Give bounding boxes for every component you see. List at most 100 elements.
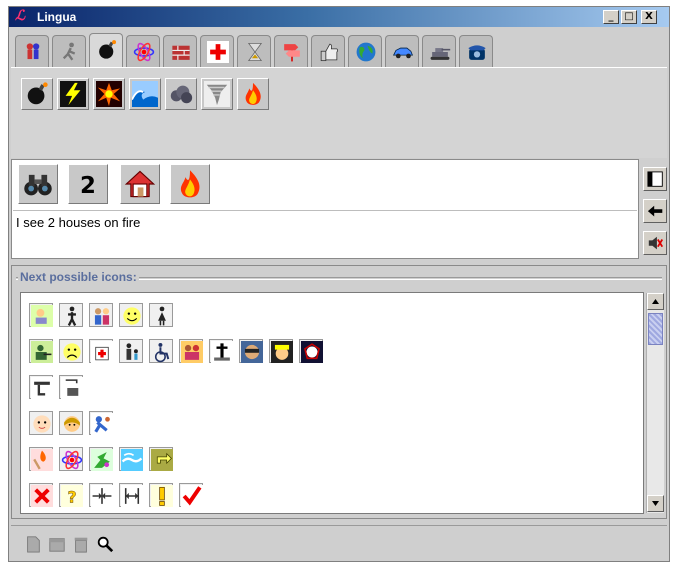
sentence-text[interactable]: I see 2 houses on fire	[13, 210, 637, 256]
next-icon-item[interactable]	[119, 447, 143, 471]
sentence-word-2[interactable]: 2	[68, 164, 108, 204]
next-icon-item[interactable]	[119, 483, 143, 507]
next-icon-item[interactable]	[59, 339, 83, 363]
scroll-down-button[interactable]	[647, 495, 664, 512]
bottom-toolbar	[11, 525, 667, 560]
search-button[interactable]	[95, 534, 115, 554]
speak-muted-button[interactable]	[643, 231, 667, 255]
next-icon-item[interactable]	[89, 303, 113, 327]
vehicles-tab[interactable]	[385, 35, 419, 67]
question-mark-icon: ?	[61, 485, 83, 507]
sentence-word-4[interactable]	[170, 164, 210, 204]
minimize-button[interactable]: _	[603, 10, 619, 24]
next-icon-item[interactable]	[179, 339, 203, 363]
maximize-button[interactable]: □	[621, 10, 637, 24]
close-button[interactable]: X	[641, 10, 657, 24]
next-icon-item[interactable]	[29, 411, 53, 435]
narrow-icon	[91, 485, 113, 507]
next-icon-item[interactable]	[149, 303, 173, 327]
soldier-icon	[31, 341, 53, 363]
next-icon-item[interactable]	[209, 339, 233, 363]
scrollbar[interactable]	[646, 293, 664, 513]
next-icon-item[interactable]	[149, 483, 173, 507]
people-tab[interactable]	[15, 35, 49, 67]
world-tab[interactable]	[348, 35, 382, 67]
clear-window-button[interactable]	[643, 167, 667, 191]
globe-icon	[356, 42, 376, 62]
next-icons-list: ?	[20, 292, 644, 514]
next-icon-item[interactable]	[269, 339, 293, 363]
buildings-tab[interactable]	[163, 35, 197, 67]
next-icon-item[interactable]	[59, 375, 83, 399]
trash-button[interactable]	[71, 534, 91, 554]
science-tab[interactable]	[126, 35, 160, 67]
sentence-word-3[interactable]	[120, 164, 160, 204]
next-icon-item[interactable]	[29, 375, 53, 399]
binoculars-icon	[24, 174, 52, 196]
tornado-button[interactable]	[201, 78, 233, 110]
wave-icon	[132, 81, 158, 107]
next-icon-item[interactable]	[89, 483, 113, 507]
signs-tab[interactable]	[274, 35, 308, 67]
explosion-button[interactable]	[93, 78, 125, 110]
broken-icon	[91, 449, 113, 471]
robber-icon	[241, 341, 263, 363]
next-icon-item[interactable]	[29, 447, 53, 471]
family-icon	[94, 308, 110, 325]
next-icon-item[interactable]	[119, 339, 143, 363]
title-bar[interactable]: ℒ Lingua _ □ X	[9, 7, 669, 27]
next-icon-item[interactable]	[29, 339, 53, 363]
actions-tab[interactable]	[52, 35, 86, 67]
wave-button[interactable]	[129, 78, 161, 110]
medical-tab[interactable]	[200, 35, 234, 67]
tank-icon	[430, 48, 451, 60]
svg-text:2: 2	[80, 173, 96, 199]
scroll-thumb[interactable]	[648, 313, 663, 345]
sad-face-icon	[63, 343, 81, 361]
toilet-man-icon	[31, 377, 53, 399]
next-icon-item[interactable]	[59, 411, 83, 435]
lightning-button[interactable]	[57, 78, 89, 110]
next-icon-item[interactable]	[299, 339, 323, 363]
baby-icon	[33, 415, 51, 433]
next-icon-item[interactable]	[59, 303, 83, 327]
next-icon-item[interactable]	[89, 447, 113, 471]
next-icon-item[interactable]	[89, 339, 113, 363]
next-icon-item[interactable]: ?	[59, 483, 83, 507]
time-tab[interactable]	[237, 35, 271, 67]
thief-icon	[91, 413, 113, 435]
next-icon-item[interactable]	[149, 339, 173, 363]
backspace-arrow-button[interactable]	[643, 199, 667, 223]
red-cross-icon	[207, 41, 229, 63]
fire-button[interactable]	[237, 78, 269, 110]
next-icon-item[interactable]	[29, 303, 53, 327]
next-icon-item[interactable]	[179, 483, 203, 507]
check-mark-icon	[181, 485, 203, 507]
next-icon-item[interactable]	[29, 483, 53, 507]
military-tab[interactable]	[422, 35, 456, 67]
phone-tab[interactable]	[459, 35, 493, 67]
disasters-tab[interactable]	[89, 33, 123, 67]
sentence-word-1[interactable]	[18, 164, 58, 204]
new-document-button[interactable]	[23, 534, 43, 554]
category-icon-panel	[11, 67, 667, 158]
man-icon	[67, 306, 77, 326]
lingua-window: ℒ Lingua _ □ X 2 I see 2 houses on fire …	[8, 6, 670, 562]
next-icon-item[interactable]	[239, 339, 263, 363]
next-icon-item[interactable]	[59, 447, 83, 471]
next-icon-item[interactable]	[149, 447, 173, 471]
next-icon-item[interactable]	[89, 411, 113, 435]
running-icon	[62, 42, 76, 61]
smoke-button[interactable]	[165, 78, 197, 110]
smiley-icon	[123, 307, 141, 325]
bomb-button[interactable]	[21, 78, 53, 110]
folder-button[interactable]	[47, 534, 67, 554]
nurse-icon	[91, 341, 113, 363]
next-icon-item[interactable]	[119, 303, 143, 327]
sentence-area: 2 I see 2 houses on fire	[11, 159, 639, 259]
couple-icon	[181, 341, 203, 363]
woman-icon	[158, 306, 166, 326]
cross-mark-icon	[31, 485, 53, 507]
opinion-tab[interactable]	[311, 35, 345, 67]
scroll-up-button[interactable]	[647, 293, 664, 310]
